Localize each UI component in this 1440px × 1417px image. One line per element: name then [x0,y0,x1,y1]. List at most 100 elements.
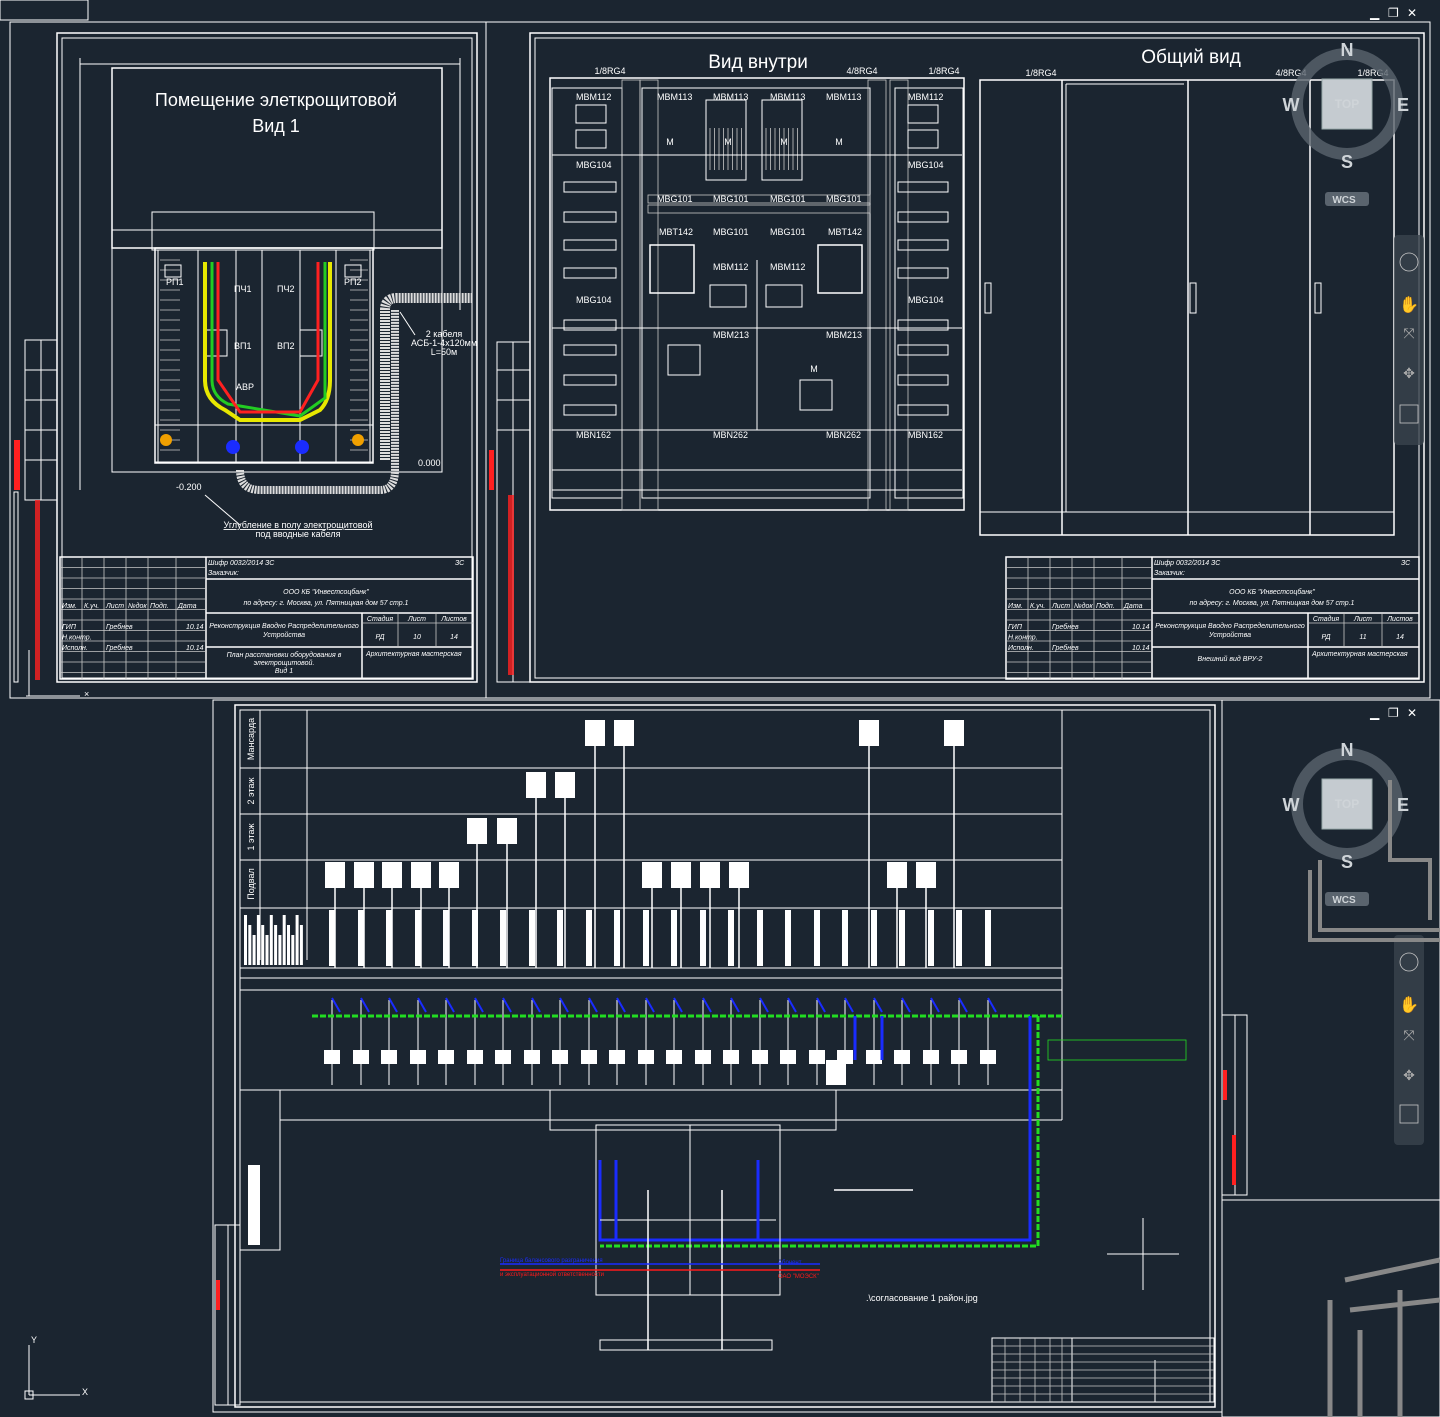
circuit-breaker [809,1050,825,1064]
panel-block [614,720,634,746]
address: по адресу: г. Москва, ул. Пятницкая дом … [1190,599,1355,607]
orbit-icon-2[interactable]: ✥ [1403,1067,1415,1083]
sheets-value: 14 [1396,634,1404,641]
cabinet-label: ПЧ2 [277,284,294,294]
schematic-sheet: Мансарда 2 этаж 1 этаж Подвал Граница ба… [214,704,1216,1408]
left-sheet: Помещение элеткрощитовой Вид 1 РП1 ПЧ1 ПЧ2… [13,32,478,683]
cabinet-label: ПЧ1 [234,284,251,294]
terminal-row [897,404,949,416]
circuit-breaker [638,1050,654,1064]
terminal-row [563,181,617,193]
viewport-borders [0,0,1440,1417]
svg-text:×: × [84,689,89,699]
terminal-row [897,344,949,356]
terminal-row [897,211,949,223]
panel-block [526,772,546,798]
restore-button[interactable]: ❐ [1388,6,1399,20]
legend-bar [278,935,282,965]
circuit-breaker [438,1050,454,1064]
terminal-row [897,181,949,193]
project-name: Реконструкция Вводно Распределительного [1155,622,1305,630]
legend-bar [256,915,260,965]
terminal-row [897,374,949,386]
navigation-bar-2[interactable]: ✋ ⤧ ✥ [1394,935,1424,1145]
sign-date: 10.14 [186,624,204,631]
code: ЗС [455,560,465,567]
module-label: MBG101 [657,194,693,204]
pan-icon-2[interactable]: ✋ [1399,995,1419,1014]
project-name: Реконструкция Вводно Распределительного [209,622,359,630]
compass-south: S [1341,152,1353,172]
module [575,104,607,124]
inside-view-title: Вид внутри [708,52,808,73]
circuit-breaker [609,1050,625,1064]
sign-date: 10.14 [186,645,204,652]
column-header: Подп. [150,602,169,610]
floor-2: 2 этаж [246,778,256,805]
circuit-breaker [324,1050,340,1064]
drawing-name: Внешний вид ВРУ-2 [1198,655,1263,663]
organization: ООО КБ "Инвестсоцбанк" [1229,588,1315,596]
window-controls-top: ▁ ❐ ✕ [1369,6,1417,20]
level-mark-b: -0.200 [176,482,202,492]
close-button[interactable]: ✕ [1407,6,1417,20]
navigation-bar[interactable]: ✋ ⤧ ✥ [1394,235,1424,445]
circuit-breaker [780,1050,796,1064]
door-handle [1189,282,1197,314]
cabinet-tag: 4/8RG4 [846,66,877,76]
compass-north: N [1341,740,1354,760]
minimize-button[interactable]: ▁ [1369,6,1380,20]
cable-label [785,910,791,966]
utility-label: ОАО "МОЭСК" [778,1274,819,1280]
orbit-icon[interactable]: ✥ [1403,365,1415,381]
boundary-note-1: Граница балансового разграничения [500,1258,603,1264]
stage-value: РД [375,634,384,641]
module-label: MBM112 [576,92,611,102]
compass-east: E [1397,795,1409,815]
panel-block [325,862,345,888]
panel-block [671,862,691,888]
module-label: MBG104 [908,295,944,305]
zoom-icon-2[interactable]: ⤧ [1403,1027,1414,1043]
legend-bar [287,925,290,965]
level-mark-a: 0.000 [418,458,441,468]
signer-role: Н.контр. [62,635,92,642]
signer-name: Гребнев [1052,623,1079,631]
project-name: Устройства [1208,631,1251,639]
column-header: Лист [1051,603,1070,610]
cable-label [985,910,991,966]
cable-note-3: L=50м [431,347,457,357]
cable-label [443,910,449,966]
cabinet-label: ВП1 [234,341,251,351]
drawing-name: электрощитовой. [254,659,315,667]
customer-label: Заказчик: [208,570,239,577]
busbar [647,204,871,214]
breaker [709,284,747,308]
general-view-title: Общий вид [1141,47,1241,68]
cabinet-tag: 1/8RG4 [928,66,959,76]
cable-label [529,910,535,966]
firm-name: Архитектурная мастерская [1311,651,1408,658]
panel-block [467,818,487,844]
left-sheet-subtitle: Вид 1 [252,116,300,136]
cad-drawing-area[interactable]: Помещение элеткрощитовой Вид 1 РП1 ПЧ1 ПЧ2… [0,0,1440,1417]
column-header: №док [1074,602,1093,610]
close-button-2[interactable]: ✕ [1407,706,1417,720]
cabinet-post [639,79,659,511]
cable-label [871,910,877,966]
column-header: Подп. [1096,602,1115,610]
door-handle [984,282,992,314]
restore-button-2[interactable]: ❐ [1388,706,1399,720]
minimize-button-2[interactable]: ▁ [1369,706,1380,720]
sheet-header: Лист [407,616,426,623]
pan-icon[interactable]: ✋ [1399,295,1419,314]
view-cube[interactable]: TOP N S E W WCS [1283,40,1410,206]
zoom-icon[interactable]: ⤧ [1403,325,1414,341]
panel-block [411,862,431,888]
circuit-breaker [923,1050,939,1064]
column-header: №док [128,602,147,610]
drawing-name: План расстановки оборудования в [227,651,342,659]
sign-date: 10.14 [1132,624,1150,631]
right-sheet: Вид внутри Общий вид 1/8RG4 4/8RG4 1/8RG4 M… [489,32,1425,683]
signer-role: ГИП [1008,624,1023,631]
